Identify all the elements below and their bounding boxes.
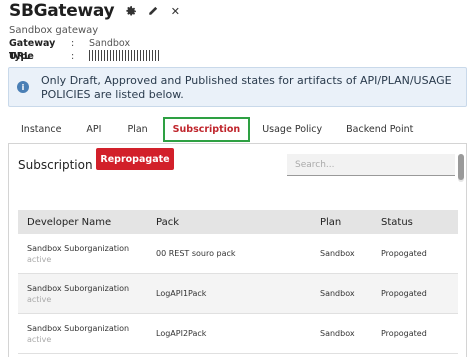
tab-bar: Instance API Plan Subscription Usage Pol… (8, 117, 468, 142)
gateway-type-value: Sandbox (89, 38, 131, 49)
table-row[interactable]: Sandbox Suborganization active LogAPI1Pa… (18, 274, 458, 314)
gateway-type-row: Gateway Type : Sandbox (9, 37, 469, 62)
gateway-header: SBGateway ✕ Sandbox gateway Gateway Type… (9, 0, 469, 63)
page-title: SBGateway (9, 1, 115, 21)
developer-name: Sandbox Suborganization (27, 283, 130, 293)
status-cell: Propogated (381, 249, 427, 258)
table-header: Developer Name Pack Plan Status (18, 210, 458, 234)
close-icon[interactable]: ✕ (168, 4, 182, 18)
gateway-description: Sandbox gateway (9, 25, 99, 36)
gateway-type-colon: : (71, 38, 75, 49)
tab-subscription[interactable]: Subscription (162, 117, 251, 142)
table-row[interactable]: Sandbox Suborganization active 00 REST s… (18, 234, 458, 274)
pack-cell: LogAPI1Pack (156, 289, 207, 298)
tab-usage-policy[interactable]: Usage Policy (262, 118, 322, 142)
url-row: URL : (9, 50, 469, 63)
title-row: SBGateway ✕ (9, 0, 469, 22)
plan-cell: Sandbox (320, 329, 355, 338)
tab-backend-point[interactable]: Backend Point (346, 118, 413, 142)
developer-cell: Sandbox Suborganization active (18, 284, 156, 304)
scrollbar[interactable] (458, 154, 464, 182)
subscription-table: Developer Name Pack Plan Status Sandbox … (18, 210, 458, 354)
column-header-plan: Plan (320, 216, 342, 228)
column-header-pack: Pack (156, 216, 179, 228)
developer-name: Sandbox Suborganization (27, 323, 130, 333)
subscription-panel: Subscription Repropagate Developer Name … (8, 143, 467, 357)
developer-status: active (27, 294, 52, 304)
info-alert: i Only Draft, Approved and Published sta… (8, 67, 467, 107)
info-icon: i (17, 81, 29, 93)
info-alert-text: Only Draft, Approved and Published state… (41, 74, 452, 101)
gateway-type-label: Gateway Type (9, 38, 56, 62)
url-label: URL (9, 51, 31, 62)
tab-api[interactable]: API (86, 118, 101, 142)
plan-cell: Sandbox (320, 249, 355, 258)
column-header-developer: Developer Name (27, 216, 112, 228)
tab-instance[interactable]: Instance (21, 118, 61, 142)
plan-cell: Sandbox (320, 289, 355, 298)
pack-cell: LogAPI2Pack (156, 329, 207, 338)
status-cell: Propogated (381, 289, 427, 298)
pencil-icon[interactable] (146, 4, 160, 18)
column-header-status: Status (381, 216, 413, 228)
url-colon: : (71, 51, 75, 62)
tab-plan[interactable]: Plan (127, 118, 147, 142)
developer-cell: Sandbox Suborganization active (18, 244, 156, 264)
developer-status: active (27, 254, 52, 264)
developer-cell: Sandbox Suborganization active (18, 324, 156, 344)
status-cell: Propogated (381, 329, 427, 338)
scrollbar-thumb[interactable] (458, 154, 464, 180)
developer-name: Sandbox Suborganization (27, 243, 130, 253)
search-input[interactable] (287, 154, 455, 176)
gear-icon[interactable] (124, 4, 138, 18)
developer-status: active (27, 334, 52, 344)
pack-cell: 00 REST souro pack (156, 249, 236, 258)
url-value-redacted (89, 50, 159, 61)
repropagate-button[interactable]: Repropagate (96, 148, 174, 170)
panel-title: Subscription (18, 158, 93, 172)
table-row[interactable]: Sandbox Suborganization active LogAPI2Pa… (18, 314, 458, 354)
